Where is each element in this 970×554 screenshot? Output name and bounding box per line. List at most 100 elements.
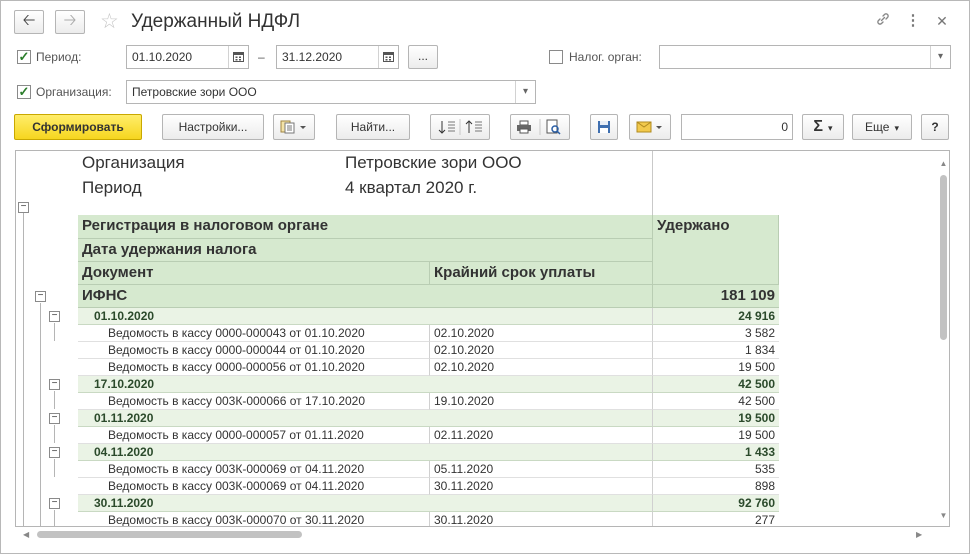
selected-sum-field: 0: [681, 114, 793, 140]
scroll-right-icon[interactable]: ▶: [916, 529, 922, 540]
chevron-down-icon: ▾: [828, 123, 833, 133]
period-to-input[interactable]: 31.12.2020: [276, 45, 399, 69]
withheld-cell[interactable]: 277: [653, 512, 779, 526]
envelope-icon: [636, 121, 662, 133]
scroll-left-icon[interactable]: ◀: [23, 529, 29, 540]
checkmark-icon: ✓: [18, 84, 30, 99]
period-select-button[interactable]: ...: [408, 45, 438, 69]
period-dash: –: [258, 50, 265, 64]
save-button[interactable]: [590, 114, 618, 140]
report-spreadsheet[interactable]: − Организация Петровские зори ООО Период…: [15, 150, 950, 527]
date-group-value[interactable]: 1 433: [653, 444, 779, 461]
date-group-label[interactable]: 04.11.2020: [78, 444, 653, 461]
checkmark-icon: ✓: [18, 49, 30, 64]
date-group-value[interactable]: 19 500: [653, 410, 779, 427]
withheld-cell[interactable]: 898: [653, 478, 779, 495]
document-cell[interactable]: Ведомость в кассу 0000-000056 от 01.10.2…: [78, 359, 430, 376]
col-header-registration: Регистрация в налоговом органе: [78, 215, 653, 239]
more-vertical-icon[interactable]: ⋮: [904, 11, 922, 31]
settings-button[interactable]: Настройки...: [162, 114, 264, 140]
organization-input[interactable]: Петровские зори ООО ▾: [126, 80, 536, 104]
deadline-cell[interactable]: 19.10.2020: [430, 393, 653, 410]
more-button[interactable]: Еще ▾: [852, 114, 912, 140]
vertical-scroll-thumb[interactable]: [940, 175, 947, 340]
collapse-icon[interactable]: −: [49, 379, 60, 390]
deadline-cell[interactable]: 30.11.2020: [430, 512, 653, 526]
deadline-cell[interactable]: 02.10.2020: [430, 325, 653, 342]
close-icon[interactable]: ✕: [933, 11, 951, 31]
deadline-cell[interactable]: 30.11.2020: [430, 478, 653, 495]
date-group-label[interactable]: 01.10.2020: [78, 308, 653, 325]
period-checkbox[interactable]: ✓: [17, 50, 31, 64]
group-line: [54, 391, 55, 409]
print-buttons[interactable]: [510, 114, 570, 140]
total-value: 181 109: [653, 285, 779, 308]
date-group-value[interactable]: 92 760: [653, 495, 779, 512]
help-button[interactable]: ?: [921, 114, 949, 140]
deadline-cell[interactable]: 02.10.2020: [430, 342, 653, 359]
report-window: 🡠 🡢 ☆ Удержанный НДФЛ ⋮ ✕ ✓ Период: 01.1…: [0, 0, 970, 554]
date-group-label[interactable]: 30.11.2020: [78, 495, 653, 512]
period-label: Период:: [36, 50, 82, 64]
horizontal-scroll-thumb[interactable]: [37, 531, 302, 538]
withheld-cell[interactable]: 1 834: [653, 342, 779, 359]
group-line: [23, 213, 24, 526]
header-divider: [652, 151, 653, 215]
withheld-cell[interactable]: 535: [653, 461, 779, 478]
chevron-down-icon[interactable]: ▾: [930, 46, 950, 68]
sum-mode-button[interactable]: Σ ▾: [802, 114, 844, 140]
group-line: [54, 459, 55, 477]
organization-checkbox[interactable]: ✓: [17, 85, 31, 99]
period-to-value: 31.12.2020: [282, 50, 343, 64]
document-cell[interactable]: Ведомость в кассу 0000-000044 от 01.10.2…: [78, 342, 430, 359]
document-cell[interactable]: Ведомость в кассу 003К-000066 от 17.10.2…: [78, 393, 430, 410]
col-header-document: Документ: [78, 262, 430, 285]
document-cell[interactable]: Ведомость в кассу 0000-000057 от 01.11.2…: [78, 427, 430, 444]
period-from-input[interactable]: 01.10.2020: [126, 45, 249, 69]
back-button[interactable]: 🡠: [14, 10, 44, 34]
collapse-icon[interactable]: −: [49, 413, 60, 424]
collapse-icon[interactable]: −: [18, 202, 29, 213]
favorite-star-icon[interactable]: ☆: [100, 10, 119, 34]
withheld-cell[interactable]: 19 500: [653, 359, 779, 376]
vertical-scrollbar[interactable]: ▲ ▼: [938, 159, 949, 521]
sigma-icon: Σ: [813, 118, 824, 135]
date-group-value[interactable]: 42 500: [653, 376, 779, 393]
forward-button[interactable]: 🡢: [55, 10, 85, 34]
chevron-down-icon[interactable]: ▾: [515, 81, 535, 103]
tax-office-input[interactable]: ▾: [659, 45, 951, 69]
withheld-cell[interactable]: 19 500: [653, 427, 779, 444]
chevron-down-icon: ▾: [894, 123, 899, 133]
generate-button[interactable]: Сформировать: [14, 114, 142, 140]
withheld-cell[interactable]: 3 582: [653, 325, 779, 342]
document-cell[interactable]: Ведомость в кассу 0000-000043 от 01.10.2…: [78, 325, 430, 342]
calendar-icon[interactable]: [378, 46, 398, 68]
link-icon[interactable]: [874, 11, 892, 33]
document-cell[interactable]: Ведомость в кассу 003К-000070 от 30.11.2…: [78, 512, 430, 526]
organization-value: Петровские зори ООО: [132, 85, 257, 99]
send-email-button[interactable]: [629, 114, 671, 140]
collapse-icon[interactable]: −: [35, 291, 46, 302]
withheld-cell[interactable]: 42 500: [653, 393, 779, 410]
collapse-icon[interactable]: −: [49, 311, 60, 322]
variants-button[interactable]: [273, 114, 315, 140]
document-cell[interactable]: Ведомость в кассу 003К-000069 от 04.11.2…: [78, 478, 430, 495]
deadline-cell[interactable]: 02.11.2020: [430, 427, 653, 444]
deadline-cell[interactable]: 05.11.2020: [430, 461, 653, 478]
date-group-label[interactable]: 17.10.2020: [78, 376, 653, 393]
date-group-value[interactable]: 24 916: [653, 308, 779, 325]
find-button[interactable]: Найти...: [336, 114, 410, 140]
scroll-down-icon[interactable]: ▼: [938, 511, 949, 520]
collapse-icon[interactable]: −: [49, 447, 60, 458]
calendar-icon[interactable]: [228, 46, 248, 68]
horizontal-scrollbar[interactable]: ◀ ▶: [23, 529, 927, 540]
deadline-cell[interactable]: 02.10.2020: [430, 359, 653, 376]
document-cell[interactable]: Ведомость в кассу 003К-000069 от 04.11.2…: [78, 461, 430, 478]
col-header-date: Дата удержания налога: [78, 239, 653, 262]
date-group-label[interactable]: 01.11.2020: [78, 410, 653, 427]
group-expand-buttons[interactable]: [430, 114, 490, 140]
tax-office-label: Налог. орган:: [569, 50, 642, 64]
scroll-up-icon[interactable]: ▲: [938, 159, 949, 168]
collapse-icon[interactable]: −: [49, 498, 60, 509]
tax-office-checkbox[interactable]: [549, 50, 563, 64]
